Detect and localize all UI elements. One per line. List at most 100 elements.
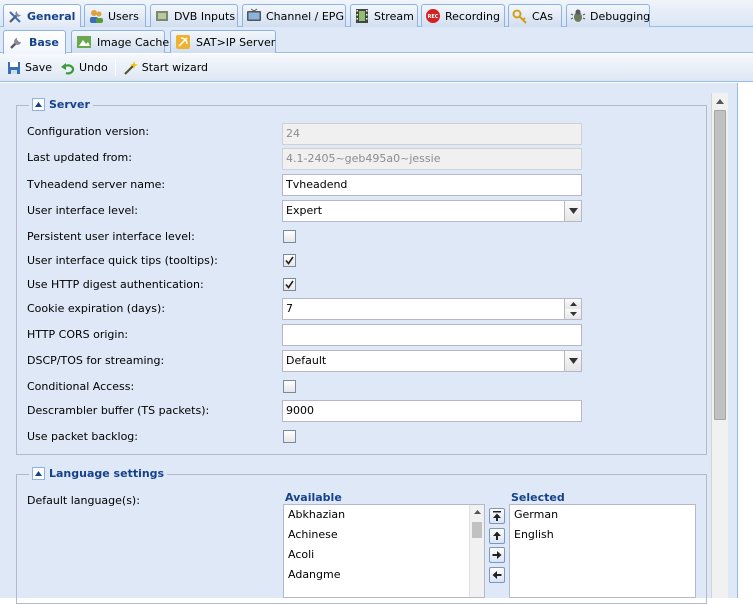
tab-label: Stream [374, 9, 414, 23]
server-title: Server [49, 98, 90, 111]
descrambler-buffer-input[interactable]: 9000 [282, 400, 582, 422]
selected-languages-list[interactable]: German English [509, 504, 696, 598]
persistent-ui-label: Persistent user interface level: [27, 230, 195, 243]
descrambler-buffer-label: Descrambler buffer (TS packets): [27, 404, 210, 417]
scrollbar-thumb[interactable] [714, 110, 726, 420]
collapse-arrow-icon [35, 471, 42, 476]
magic-wand-icon [123, 60, 138, 75]
rec-icon: REC [426, 9, 440, 23]
ui-level-dropdown-button[interactable] [564, 201, 581, 221]
ui-level-select[interactable]: Expert [282, 200, 582, 222]
persistent-ui-checkbox[interactable] [283, 230, 296, 243]
list-scrollbar-thumb[interactable] [472, 522, 482, 538]
list-item[interactable]: Adangme [284, 565, 484, 585]
packet-backlog-checkbox[interactable] [283, 430, 296, 443]
start-wizard-button[interactable]: Start wizard [119, 57, 212, 79]
svg-text:REC: REC [428, 14, 439, 20]
dscp-tos-value: Default [286, 354, 327, 367]
list-item[interactable]: Achinese [284, 525, 484, 545]
add-to-selected-button[interactable] [489, 547, 505, 563]
dvb-input-icon [156, 11, 168, 21]
spin-down-icon [569, 312, 577, 316]
ui-level-value: Expert [286, 204, 323, 217]
checkmark-icon [285, 280, 294, 289]
collapse-arrow-icon [35, 102, 42, 107]
undo-button[interactable]: Undo [56, 57, 112, 79]
available-header: Available [284, 491, 485, 505]
satip-icon [176, 35, 190, 49]
tab-channel-epg[interactable]: Channel / EPG [242, 4, 346, 27]
tab-label: DVB Inputs [174, 9, 236, 23]
cookie-expiration-spinner[interactable]: 7 [282, 298, 582, 320]
tab-label: Users [108, 9, 139, 23]
list-item[interactable]: Acoli [284, 545, 484, 565]
tab-debugging[interactable]: Debugging [566, 4, 650, 27]
tab-image-cache[interactable]: Image Cache [71, 30, 169, 53]
dscp-tos-dropdown-button[interactable] [564, 351, 581, 371]
wrench-screwdriver-icon [9, 10, 21, 23]
users-icon [90, 10, 103, 23]
language-legend: Language settings [29, 467, 168, 480]
scroll-up-arrow-icon[interactable] [470, 505, 485, 519]
move-up-button[interactable] [489, 528, 505, 544]
tab-recording[interactable]: REC Recording [421, 4, 505, 27]
server-legend: Server [29, 98, 93, 111]
collapse-language-button[interactable] [32, 467, 45, 480]
wrench-icon [10, 37, 21, 49]
tab-label: Debugging [590, 9, 651, 23]
tab-stream[interactable]: Stream [350, 4, 418, 27]
tooltips-label: User interface quick tips (tooltips): [27, 254, 218, 267]
default-language-label: Default language(s): [27, 494, 140, 507]
tab-label: CAs [532, 9, 553, 23]
scroll-up-arrow-icon[interactable] [712, 93, 728, 109]
spin-up-icon [569, 302, 577, 306]
vertical-scrollbar[interactable] [711, 93, 728, 598]
conditional-access-checkbox[interactable] [283, 380, 296, 393]
tab-label: Recording [445, 9, 501, 23]
packet-backlog-label: Use packet backlog: [27, 430, 138, 443]
move-up-icon [493, 531, 501, 540]
tab-label: Base [29, 36, 59, 49]
remove-from-selected-button[interactable] [489, 567, 505, 583]
tooltips-checkbox[interactable] [283, 254, 296, 267]
tv-icon [247, 8, 261, 21]
save-button[interactable]: Save [2, 57, 56, 79]
available-languages-list[interactable]: Abkhazian Achinese Acoli Adangme [283, 504, 485, 598]
config-version-label: Configuration version: [27, 125, 150, 138]
cookie-expiration-label: Cookie expiration (days): [27, 302, 166, 315]
server-name-input[interactable]: Tvheadend [282, 174, 582, 196]
digest-auth-checkbox[interactable] [283, 278, 296, 291]
move-top-button[interactable] [489, 508, 505, 524]
language-title: Language settings [49, 467, 165, 480]
toolbar-separator [114, 59, 116, 76]
save-icon [8, 61, 20, 74]
tab-label: SAT>IP Server [196, 35, 276, 49]
tab-base[interactable]: Base [3, 30, 66, 54]
last-updated-label: Last updated from: [27, 151, 132, 164]
collapse-server-button[interactable] [32, 98, 45, 111]
digest-auth-label: Use HTTP digest authentication: [27, 278, 204, 291]
undo-label: Undo [79, 61, 108, 74]
spinner-up-button[interactable] [564, 299, 581, 309]
tab-satip-server[interactable]: SAT>IP Server [170, 30, 276, 53]
arrow-right-icon [492, 551, 502, 559]
tab-cas[interactable]: CAs [508, 4, 562, 27]
tab-users[interactable]: Users [84, 4, 146, 27]
dscp-tos-label: DSCP/TOS for streaming: [27, 354, 165, 367]
undo-icon [61, 62, 75, 74]
dscp-tos-select[interactable]: Default [282, 350, 582, 372]
list-item[interactable]: English [510, 525, 695, 545]
tab-label: General [27, 10, 76, 23]
spinner-down-button[interactable] [564, 309, 581, 319]
checkmark-icon [285, 256, 294, 265]
image-icon [77, 36, 91, 48]
cors-origin-input[interactable] [282, 324, 582, 346]
list-scrollbar[interactable] [469, 505, 484, 597]
toolbar: Save Undo Start wizard [0, 54, 753, 82]
chevron-down-icon [568, 208, 578, 214]
chevron-down-icon [568, 358, 578, 364]
list-item[interactable]: German [510, 505, 695, 525]
tab-general[interactable]: General [3, 4, 81, 28]
tab-dvb-inputs[interactable]: DVB Inputs [150, 4, 238, 27]
list-item[interactable]: Abkhazian [284, 505, 484, 525]
